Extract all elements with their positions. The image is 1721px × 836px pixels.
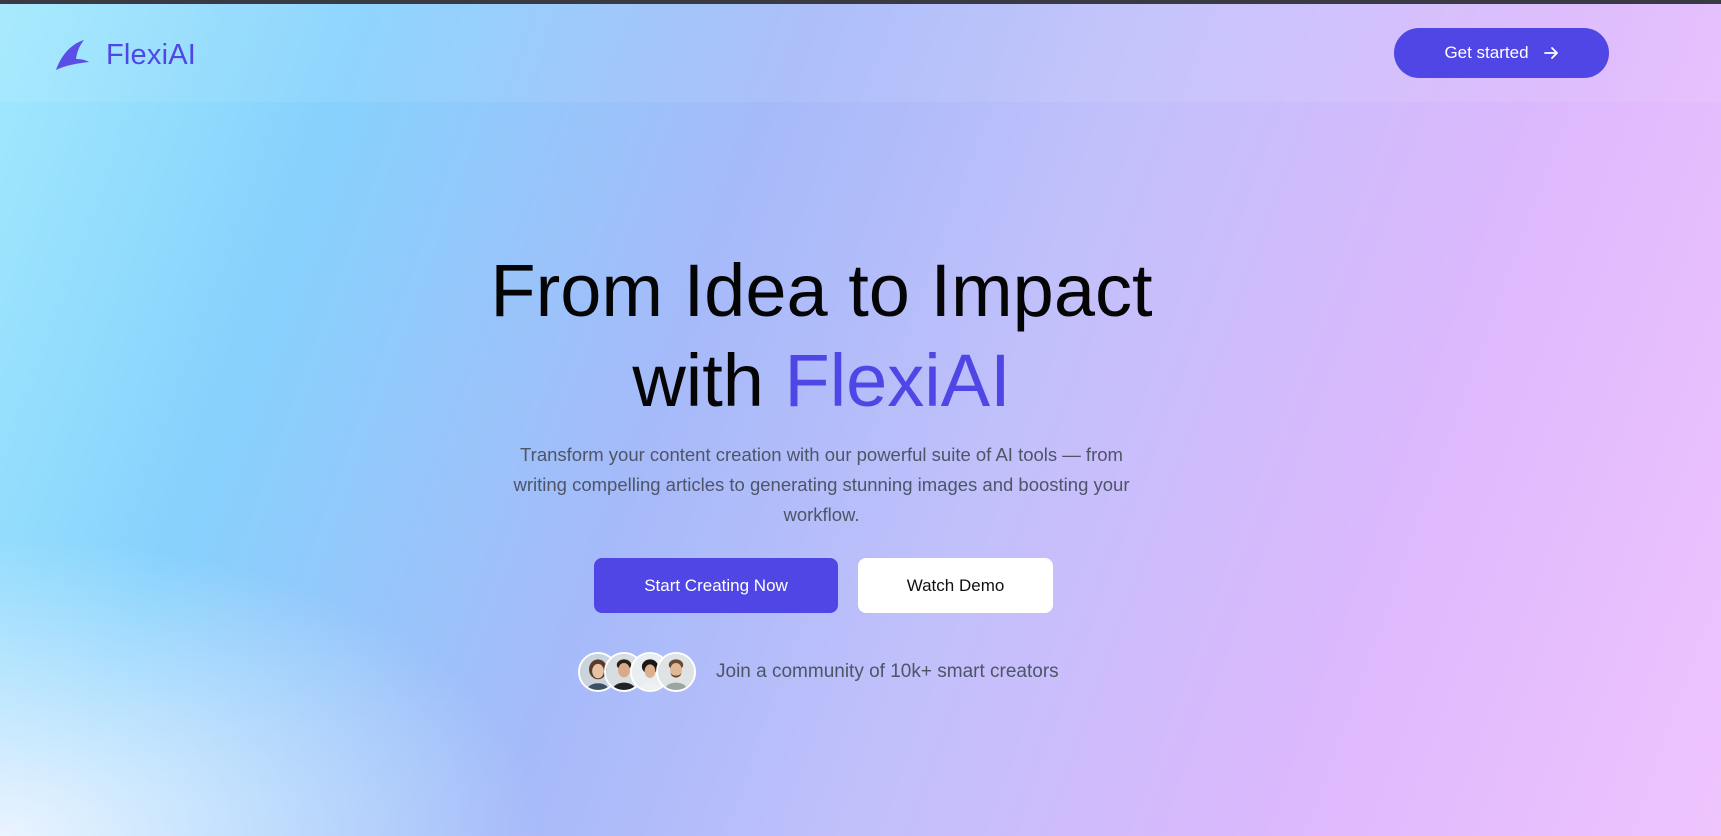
site-header: FlexiAI Get started [0,4,1721,102]
avatar-group [578,652,696,692]
get-started-label: Get started [1444,43,1529,62]
avatar [656,652,696,692]
get-started-button[interactable]: Get started [1394,28,1609,78]
hero-subtitle: Transform your content creation with our… [513,444,1130,525]
start-creating-button[interactable]: Start Creating Now [594,558,838,613]
hero-title-line1: From Idea to Impact [490,249,1153,332]
community-text: Join a community of 10k+ smart creators [716,661,1059,682]
hero-title: From Idea to Impact with FlexiAI [0,246,1643,426]
flexiai-logo-icon [56,40,89,70]
hero-title-accent: FlexiAI [784,339,1011,422]
brand-logo[interactable]: FlexiAI [54,39,196,72]
watch-demo-button[interactable]: Watch Demo [858,558,1053,613]
community-section: Join a community of 10k+ smart creators [578,652,1059,692]
arrow-right-icon [1543,47,1558,59]
brand-name: FlexiAI [106,39,197,71]
hero-title-line2-prefix: with [632,339,785,422]
